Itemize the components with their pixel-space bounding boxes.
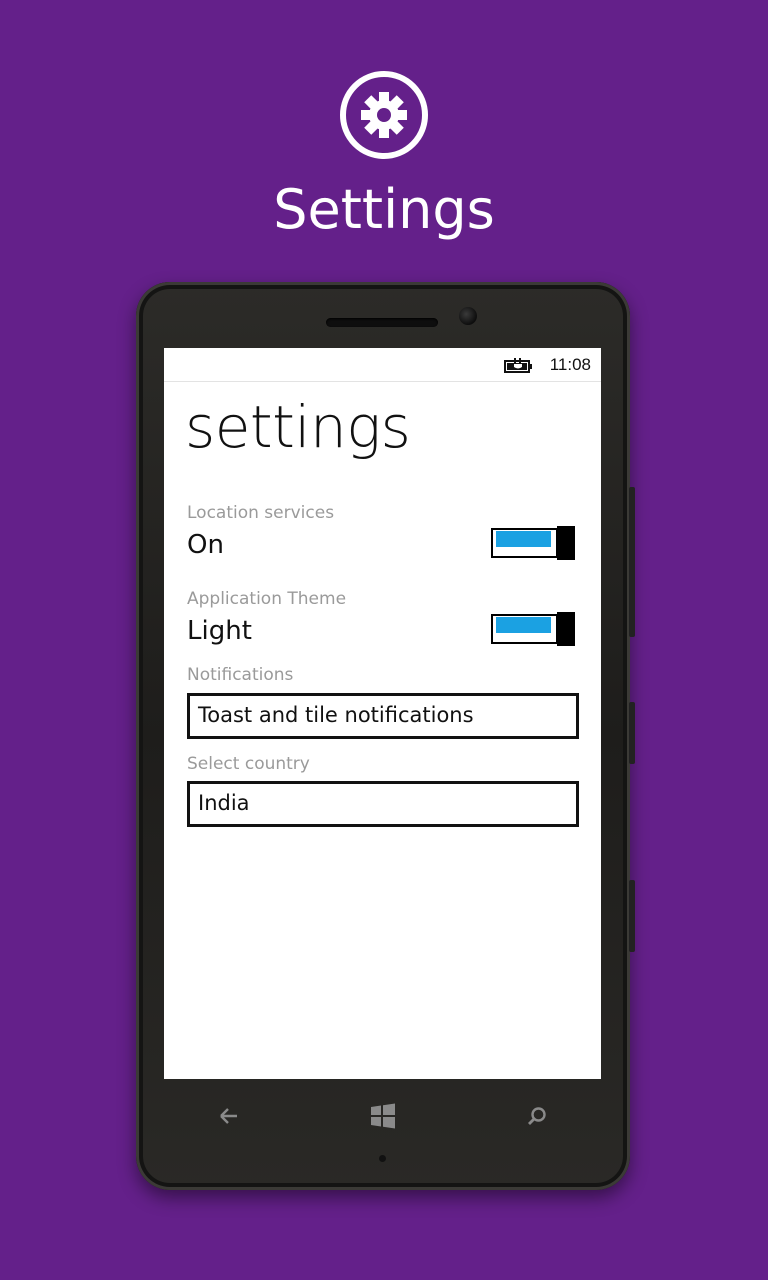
hero-title: Settings xyxy=(273,178,495,241)
toggle-fill xyxy=(496,531,551,547)
phone-frame: 11:08 settings Location services On Appl… xyxy=(136,282,635,1190)
application-theme-value: Light xyxy=(187,616,252,646)
earpiece-speaker xyxy=(326,318,438,327)
windows-logo-icon[interactable] xyxy=(370,1103,396,1129)
notifications-picker-value: Toast and tile notifications xyxy=(198,703,474,727)
toggle-knob[interactable] xyxy=(557,526,575,560)
navigation-bar xyxy=(136,1079,630,1149)
location-services-value: On xyxy=(187,530,224,560)
location-services-label: Location services xyxy=(187,503,335,523)
notifications-picker[interactable]: Toast and tile notifications xyxy=(187,693,579,739)
search-icon[interactable] xyxy=(526,1105,548,1127)
page-title: settings xyxy=(185,393,411,461)
notifications-label: Notifications xyxy=(187,665,294,685)
location-services-toggle[interactable] xyxy=(491,526,575,560)
application-theme-toggle[interactable] xyxy=(491,612,575,646)
country-picker[interactable]: India xyxy=(187,781,579,827)
notification-led xyxy=(379,1155,386,1162)
country-picker-value: India xyxy=(198,791,250,815)
status-bar: 11:08 xyxy=(164,348,601,382)
camera-button xyxy=(629,880,635,952)
volume-button xyxy=(629,487,635,637)
phone-screen: 11:08 settings Location services On Appl… xyxy=(164,348,601,1079)
select-country-label: Select country xyxy=(187,754,310,774)
back-arrow-icon[interactable] xyxy=(218,1105,240,1127)
status-clock: 11:08 xyxy=(549,355,591,374)
toggle-fill xyxy=(496,617,551,633)
application-theme-label: Application Theme xyxy=(187,589,347,609)
gear-icon xyxy=(340,71,428,159)
battery-charging-icon xyxy=(504,358,532,373)
power-button xyxy=(629,702,635,764)
front-camera xyxy=(459,307,477,325)
toggle-knob[interactable] xyxy=(557,612,575,646)
